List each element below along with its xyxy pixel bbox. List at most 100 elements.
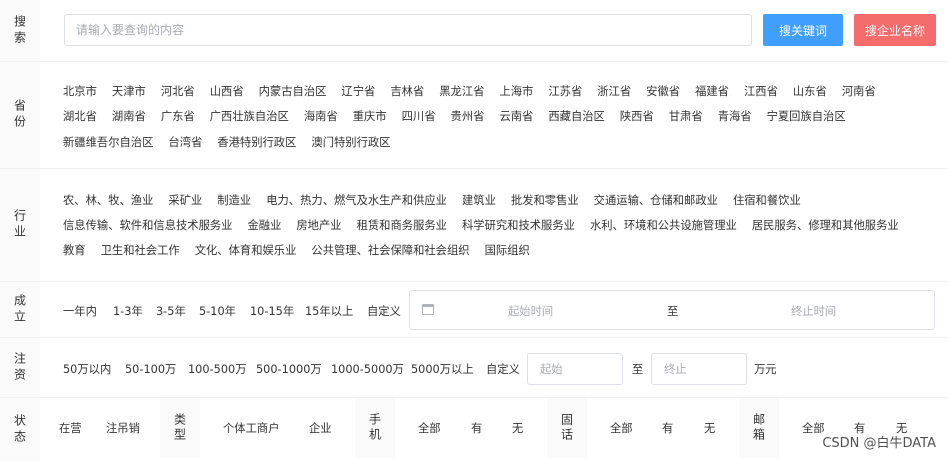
start-date-placeholder[interactable]: 起始时间 <box>508 303 553 319</box>
establish-label: 成立 <box>0 282 40 337</box>
search-row: 搜索 搜关键词 搜企业名称 <box>0 0 948 62</box>
establish-option[interactable]: 1-3年 <box>113 303 143 319</box>
industry-option[interactable]: 住宿和餐饮业 <box>733 193 801 209</box>
capital-option[interactable]: 100-500万 <box>188 361 247 377</box>
establish-option-custom[interactable]: 自定义 <box>367 303 401 319</box>
establish-option[interactable]: 5-10年 <box>199 303 236 319</box>
industry-option[interactable]: 建筑业 <box>462 193 496 209</box>
industry-line-2: 信息传输、软件和信息技术服务业 金融业 房地产业 租赁和商务服务业 科学研究和技… <box>63 218 914 234</box>
email-label: 邮箱 <box>739 398 779 458</box>
industry-option[interactable]: 水利、环境和公共设施管理业 <box>590 218 737 234</box>
establish-row: 成立 一年内 1-3年 3-5年 5-10年 10-15年 15年以上 自定义 … <box>0 282 948 338</box>
status-label: 状态 <box>0 398 40 461</box>
province-option[interactable]: 山西省 <box>210 84 244 100</box>
province-option[interactable]: 新疆维吾尔自治区 <box>63 135 153 151</box>
industry-option[interactable]: 公共管理、社会保障和社会组织 <box>311 243 469 259</box>
search-label: 搜索 <box>0 0 40 61</box>
establish-option[interactable]: 10-15年 <box>250 303 294 319</box>
province-option[interactable]: 海南省 <box>304 109 338 125</box>
province-option[interactable]: 澳门特别行政区 <box>311 135 390 151</box>
landline-option[interactable]: 全部 <box>610 420 633 436</box>
industry-option[interactable]: 国际组织 <box>485 243 530 259</box>
province-option[interactable]: 黑龙江省 <box>439 84 484 100</box>
province-option[interactable]: 贵州省 <box>451 109 485 125</box>
province-option[interactable]: 广西壮族自治区 <box>210 109 289 125</box>
province-option[interactable]: 湖南省 <box>112 109 146 125</box>
province-option[interactable]: 西藏自治区 <box>548 109 605 125</box>
province-row: 省份 北京市 天津市 河北省 山西省 内蒙古自治区 辽宁省 吉林省 黑龙江省 上… <box>0 62 948 169</box>
province-option[interactable]: 天津市 <box>112 84 146 100</box>
province-option[interactable]: 重庆市 <box>353 109 387 125</box>
industry-line-3: 教育 卫生和社会工作 文化、体育和娱乐业 公共管理、社会保障和社会组织 国际组织 <box>63 243 545 259</box>
landline-option[interactable]: 无 <box>704 420 715 436</box>
establish-option[interactable]: 15年以上 <box>305 303 353 319</box>
industry-option[interactable]: 采矿业 <box>168 193 202 209</box>
phone-option[interactable]: 有 <box>471 420 482 436</box>
capital-option[interactable]: 5000万以上 <box>411 361 474 377</box>
province-option[interactable]: 辽宁省 <box>341 84 375 100</box>
industry-option[interactable]: 房地产业 <box>296 218 341 234</box>
date-range-picker[interactable]: 起始时间 至 终止时间 <box>409 290 935 330</box>
province-option[interactable]: 福建省 <box>695 84 729 100</box>
industry-option[interactable]: 教育 <box>63 243 86 259</box>
province-option[interactable]: 内蒙古自治区 <box>259 84 327 100</box>
capital-option[interactable]: 50万以内 <box>63 361 111 377</box>
industry-option[interactable]: 批发和零售业 <box>511 193 579 209</box>
province-option[interactable]: 云南省 <box>499 109 533 125</box>
capital-option-custom[interactable]: 自定义 <box>486 361 520 377</box>
capital-option[interactable]: 50-100万 <box>125 361 176 377</box>
date-range-separator: 至 <box>667 305 679 318</box>
industry-option[interactable]: 科学研究和技术服务业 <box>462 218 575 234</box>
status-option[interactable]: 注吊销 <box>106 420 140 436</box>
search-keyword-button[interactable]: 搜关键词 <box>763 14 843 46</box>
industry-option[interactable]: 电力、热力、燃气及水生产和供应业 <box>266 193 447 209</box>
capital-option[interactable]: 500-1000万 <box>256 361 322 377</box>
industry-option[interactable]: 租赁和商务服务业 <box>357 218 447 234</box>
industry-option[interactable]: 文化、体育和娱乐业 <box>195 243 297 259</box>
province-option[interactable]: 安徽省 <box>646 84 680 100</box>
province-option[interactable]: 香港特别行政区 <box>217 135 296 151</box>
email-option[interactable]: 全部 <box>802 420 825 436</box>
industry-line-1: 农、林、牧、渔业 采矿业 制造业 电力、热力、燃气及水生产和供应业 建筑业 批发… <box>63 193 816 209</box>
province-option[interactable]: 宁夏回族自治区 <box>767 109 846 125</box>
capital-start-input[interactable] <box>527 353 623 385</box>
industry-option[interactable]: 卫生和社会工作 <box>101 243 180 259</box>
province-option[interactable]: 吉林省 <box>390 84 424 100</box>
province-option[interactable]: 北京市 <box>63 84 97 100</box>
province-option[interactable]: 山东省 <box>793 84 827 100</box>
province-option[interactable]: 陕西省 <box>620 109 654 125</box>
industry-option[interactable]: 信息传输、软件和信息技术服务业 <box>63 218 232 234</box>
province-option[interactable]: 青海省 <box>718 109 752 125</box>
phone-option[interactable]: 无 <box>512 420 523 436</box>
industry-row: 行业 农、林、牧、渔业 采矿业 制造业 电力、热力、燃气及水生产和供应业 建筑业… <box>0 169 948 282</box>
phone-option[interactable]: 全部 <box>418 420 441 436</box>
capital-option[interactable]: 1000-5000万 <box>331 361 404 377</box>
province-option[interactable]: 江苏省 <box>548 84 582 100</box>
end-date-placeholder[interactable]: 终止时间 <box>791 303 836 319</box>
status-option[interactable]: 在营 <box>59 420 82 436</box>
capital-label: 注资 <box>0 338 40 397</box>
type-option[interactable]: 个体工商户 <box>223 420 280 436</box>
industry-option[interactable]: 居民服务、修理和其他服务业 <box>752 218 899 234</box>
industry-option[interactable]: 金融业 <box>247 218 281 234</box>
landline-option[interactable]: 有 <box>662 420 673 436</box>
province-option[interactable]: 河北省 <box>161 84 195 100</box>
province-option[interactable]: 湖北省 <box>63 109 97 125</box>
province-option[interactable]: 甘肃省 <box>669 109 703 125</box>
search-company-button[interactable]: 搜企业名称 <box>854 14 936 46</box>
province-option[interactable]: 台湾省 <box>168 135 202 151</box>
establish-option[interactable]: 一年内 <box>63 303 97 319</box>
capital-end-input[interactable] <box>651 353 747 385</box>
establish-option[interactable]: 3-5年 <box>156 303 186 319</box>
province-option[interactable]: 江西省 <box>744 84 778 100</box>
search-input[interactable] <box>64 14 752 46</box>
province-option[interactable]: 浙江省 <box>597 84 631 100</box>
industry-option[interactable]: 交通运输、仓储和邮政业 <box>594 193 718 209</box>
province-option[interactable]: 四川省 <box>402 109 436 125</box>
industry-option[interactable]: 农、林、牧、渔业 <box>63 193 153 209</box>
province-option[interactable]: 上海市 <box>499 84 533 100</box>
industry-option[interactable]: 制造业 <box>217 193 251 209</box>
type-option[interactable]: 企业 <box>309 420 332 436</box>
province-option[interactable]: 河南省 <box>842 84 876 100</box>
province-option[interactable]: 广东省 <box>161 109 195 125</box>
